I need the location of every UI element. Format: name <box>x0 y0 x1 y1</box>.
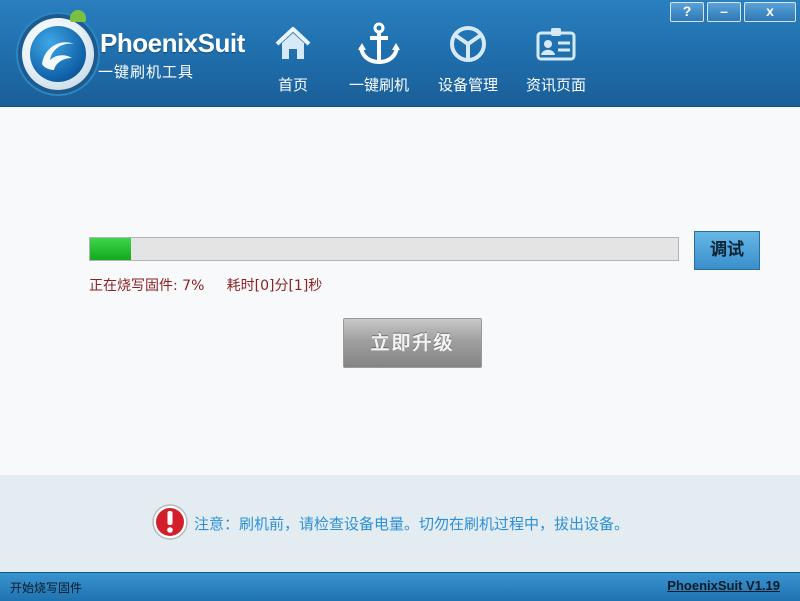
nav-news[interactable]: 资讯页面 <box>520 18 592 104</box>
flash-progress-bar <box>89 237 679 261</box>
status-bar-text: 开始烧写固件 <box>10 581 83 595</box>
nav-device-manager-label: 设备管理 <box>437 76 498 94</box>
warning-icon <box>152 504 188 540</box>
nav-flash[interactable]: 一键刷机 <box>340 18 418 104</box>
progress-fill <box>90 238 132 260</box>
nav-news-label: 资讯页面 <box>525 76 586 94</box>
window-controls: ? – x <box>670 2 796 22</box>
id-card-icon <box>536 28 576 61</box>
app-title: PhoenixSuit <box>100 28 245 58</box>
flash-status-text: 正在烧写固件: 7% 耗时[0]分[1]秒 <box>89 278 323 294</box>
nav-home[interactable]: 首页 <box>262 18 324 104</box>
title-bar: PhoenixSuit 一键刷机工具 首页 一键刷机 设备管理 资讯页面 ? –… <box>0 0 800 107</box>
phoenix-logo-icon <box>42 42 74 70</box>
anchor-icon <box>358 22 400 65</box>
upgrade-now-button[interactable]: 立即升级 <box>343 318 482 368</box>
nav-home-label: 首页 <box>277 76 308 94</box>
nav-flash-label: 一键刷机 <box>348 76 409 94</box>
status-bar: 开始烧写固件 PhoenixSuit V1.19 <box>0 572 800 601</box>
android-icon <box>70 10 86 22</box>
home-icon <box>275 27 311 59</box>
app-subtitle: 一键刷机工具 <box>98 63 195 81</box>
device-icon <box>450 26 486 62</box>
version-link[interactable]: PhoenixSuit V1.19 <box>667 578 780 593</box>
debug-button[interactable]: 调试 <box>694 231 760 270</box>
help-button[interactable]: ? <box>670 2 704 22</box>
close-button[interactable]: x <box>744 2 796 22</box>
notice-text: 注意：刷机前，请检查设备电量。切勿在刷机过程中，拔出设备。 <box>194 515 630 533</box>
minimize-button[interactable]: – <box>707 2 741 22</box>
nav-device-manager[interactable]: 设备管理 <box>432 18 504 104</box>
